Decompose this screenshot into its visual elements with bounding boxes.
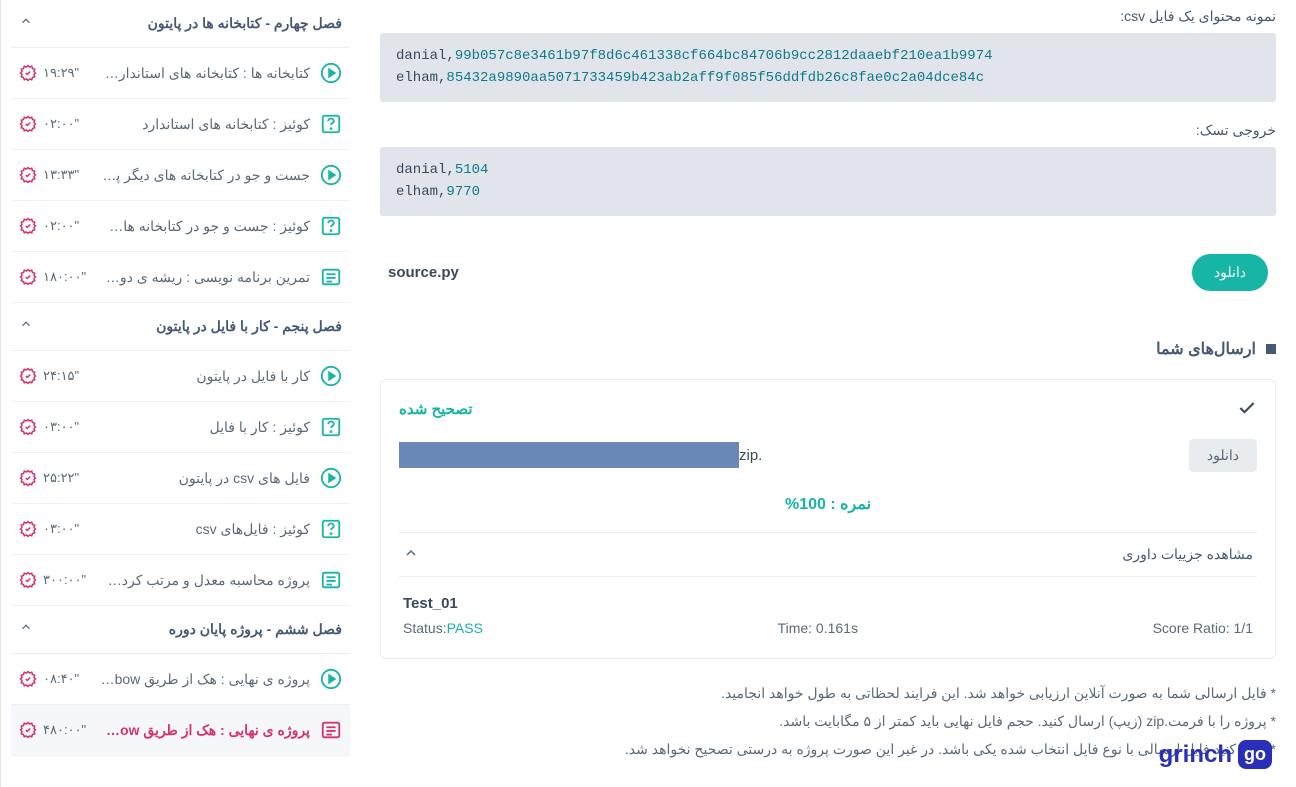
section-5-header[interactable]: فصل پنجم - کار با فایل در پایتون: [11, 303, 350, 351]
play-icon: [320, 164, 342, 186]
check-badge-icon: [19, 166, 37, 184]
sidebar-item[interactable]: پروژه محاسبه معدل و مرتب کردن مع... ۳۰۰:…: [11, 555, 350, 606]
chevron-up-icon: [19, 317, 33, 336]
chevron-up-icon: [403, 545, 419, 564]
check-icon: [1237, 398, 1257, 421]
check-badge-icon: [19, 721, 37, 739]
code-icon: [320, 266, 342, 288]
sidebar-item[interactable]: کوئیز : جست و جو در کتابخانه های ... ۰۲:…: [11, 201, 350, 252]
test-result: Test_01 Status:PASS Time: 0.161s Score R…: [399, 577, 1257, 640]
submission-filename: zip.: [399, 442, 762, 468]
check-badge-icon: [19, 670, 37, 688]
logo[interactable]: go grinch: [1159, 740, 1272, 769]
quiz-icon: [320, 113, 342, 135]
code-icon: [320, 569, 342, 591]
download-source-button[interactable]: دانلود: [1192, 254, 1268, 291]
play-icon: [320, 467, 342, 489]
sidebar-item[interactable]: کوئیز : کتابخانه های استاندارد ۰۲:۰۰": [11, 99, 350, 150]
sidebar-item[interactable]: تمرین برنامه نویسی : ریشه ی دوم ... ۱۸۰:…: [11, 252, 350, 303]
judge-details-toggle[interactable]: مشاهده جزییات داوری: [399, 532, 1257, 577]
play-icon: [320, 62, 342, 84]
status-corrected: تصحیح شده: [399, 400, 473, 418]
code-label-1: نمونه محتوای یک فایل csv:: [380, 8, 1276, 25]
sidebar-item[interactable]: جست و جو در کتابخانه های دیگر پای... ۱۳:…: [11, 150, 350, 201]
sidebar-item[interactable]: کار با فایل در پایتون ۲۴:۱۵": [11, 351, 350, 402]
download-row: دانلود source.py: [380, 236, 1276, 309]
source-filename: source.py: [388, 264, 459, 281]
code-block-1: danial,99b057c8e3461b97f8d6c461338cf664b…: [380, 33, 1276, 102]
sidebar-item-active[interactable]: پروژه ی نهایی : هک از طریق ainbow... ۴۸۰…: [11, 705, 350, 756]
code-block-2: danial,5104 elham,9770: [380, 147, 1276, 216]
download-submission-button[interactable]: دانلود: [1189, 439, 1257, 472]
chevron-up-icon: [19, 620, 33, 639]
quiz-icon: [320, 416, 342, 438]
quiz-icon: [320, 215, 342, 237]
code-label-2: خروجی تسک:: [380, 122, 1276, 139]
section-4-header[interactable]: فصل چهارم - کتابخانه ها در پایتون: [11, 0, 350, 48]
check-badge-icon: [19, 268, 37, 286]
play-icon: [320, 668, 342, 690]
check-badge-icon: [19, 520, 37, 538]
sidebar: فصل چهارم - کتابخانه ها در پایتون کتابخا…: [0, 0, 360, 787]
code-icon: [320, 719, 342, 741]
check-badge-icon: [19, 367, 37, 385]
check-badge-icon: [19, 469, 37, 487]
quiz-icon: [320, 518, 342, 540]
sidebar-item[interactable]: پروژه ی نهایی : هک از طریق Rainbow ۰۸:۴۰…: [11, 654, 350, 705]
notes: * فایل ارسالی شما به صورت آنلاین ارزیابی…: [380, 679, 1276, 763]
sidebar-item[interactable]: کوئیز : کار با فایل ۰۳:۰۰": [11, 402, 350, 453]
sidebar-item[interactable]: کوئیز : فایل‌های csv ۰۳:۰۰": [11, 504, 350, 555]
score-label: نمره : 100%: [399, 494, 1257, 514]
section-6-header[interactable]: فصل ششم - پروژه پایان دوره: [11, 606, 350, 654]
check-badge-icon: [19, 418, 37, 436]
sidebar-item[interactable]: فایل های csv در پایتون ۲۵:۲۲": [11, 453, 350, 504]
check-badge-icon: [19, 115, 37, 133]
chevron-up-icon: [19, 14, 33, 33]
play-icon: [320, 365, 342, 387]
check-badge-icon: [19, 64, 37, 82]
check-badge-icon: [19, 571, 37, 589]
check-badge-icon: [19, 217, 37, 235]
sidebar-item[interactable]: کتابخانه ها : کتابخانه های استاندارد ...…: [11, 48, 350, 99]
square-bullet-icon: [1266, 344, 1276, 354]
submissions-header: ارسال‌های شما: [380, 339, 1276, 359]
submission-card: تصحیح شده دانلود zip. نمره : 100% مشاهده…: [380, 379, 1276, 659]
